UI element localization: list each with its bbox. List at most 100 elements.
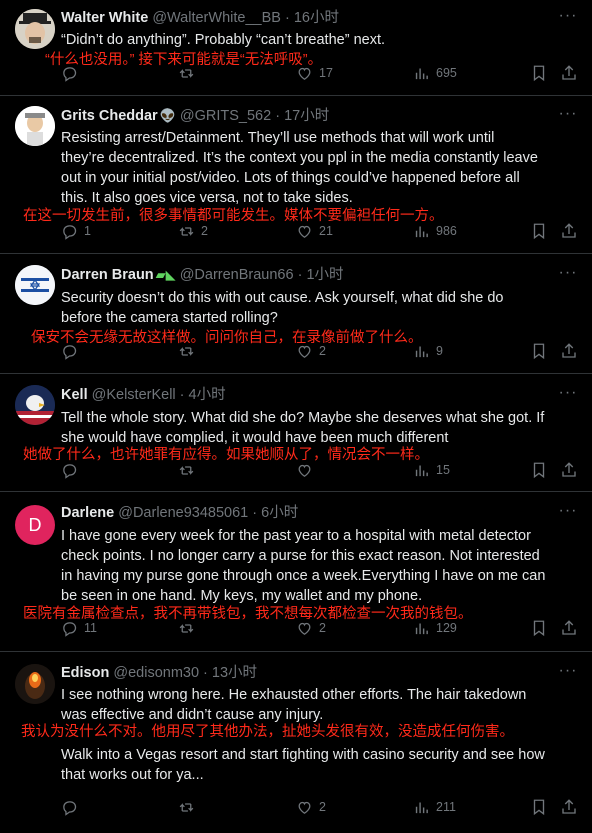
- tweet-2[interactable]: Grits Cheddar 👽 @GRITS_562 · 17小时 ··· Res…: [0, 96, 592, 254]
- tweet-line: “Didn’t do anything”. Probably “can’t br…: [61, 32, 386, 48]
- author-handle[interactable]: @DarrenBraun66: [180, 267, 294, 283]
- tweet-text: I have gone every week for the past year…: [61, 526, 577, 606]
- like-button[interactable]: 2: [296, 797, 326, 817]
- retweet-button[interactable]: 2: [178, 221, 208, 241]
- views-button[interactable]: 129: [413, 618, 457, 638]
- share-icon[interactable]: [560, 222, 578, 240]
- timestamp[interactable]: 4小时: [189, 387, 226, 403]
- retweet-icon: [179, 465, 194, 475]
- views-button[interactable]: 211: [413, 797, 456, 817]
- reply-count: 11: [84, 621, 97, 635]
- like-button[interactable]: [296, 460, 319, 480]
- reply-icon: [63, 463, 77, 479]
- timestamp[interactable]: 13小时: [212, 665, 257, 681]
- share-icon[interactable]: [560, 342, 578, 360]
- author-handle[interactable]: @edisonm30: [113, 665, 199, 681]
- avatar[interactable]: [15, 385, 55, 425]
- avatar[interactable]: [15, 106, 55, 146]
- like-button[interactable]: 21: [296, 221, 333, 241]
- view-count: 986: [436, 224, 457, 238]
- author-name[interactable]: Kell: [61, 387, 88, 403]
- reply-button[interactable]: [61, 460, 84, 480]
- retweet-button[interactable]: [178, 341, 201, 361]
- share-icon[interactable]: [560, 461, 578, 479]
- avatar[interactable]: [15, 9, 55, 49]
- tweet-3[interactable]: Darren Braun ▰◣ @DarrenBraun66 · 1小时 ··· …: [0, 254, 592, 374]
- author-name[interactable]: Darlene: [61, 505, 114, 521]
- reply-button[interactable]: [61, 341, 84, 361]
- reply-icon: [63, 66, 77, 82]
- reply-icon: [63, 344, 77, 360]
- reply-button[interactable]: [61, 797, 84, 817]
- more-options-icon[interactable]: ···: [558, 106, 578, 127]
- reply-button[interactable]: 1: [61, 221, 91, 241]
- views-button[interactable]: 15: [413, 460, 450, 480]
- more-options-icon[interactable]: ···: [558, 265, 578, 286]
- tweet-line: was effective and didn’t cause any injur…: [61, 707, 324, 723]
- author-handle[interactable]: @GRITS_562: [180, 108, 271, 124]
- more-options-icon[interactable]: ···: [558, 8, 578, 29]
- author-name[interactable]: Darren Braun: [61, 267, 154, 283]
- retweet-button[interactable]: [178, 618, 201, 638]
- author-handle[interactable]: @KelsterKell: [92, 387, 176, 403]
- author-name[interactable]: Grits Cheddar: [61, 108, 158, 124]
- views-button[interactable]: 695: [413, 63, 457, 83]
- author-name[interactable]: Edison: [61, 665, 109, 681]
- tweet-line: before the camera started rolling?: [61, 310, 278, 326]
- retweet-icon: [179, 68, 194, 78]
- tweet-line: Walk into a Vegas resort and start fight…: [61, 747, 545, 763]
- bookmark-icon[interactable]: [530, 798, 548, 816]
- avatar[interactable]: [15, 664, 55, 704]
- share-icon[interactable]: [560, 619, 578, 637]
- tweet-1[interactable]: Walter White @WalterWhite__BB · 16小时 ···…: [0, 0, 592, 96]
- more-options-icon[interactable]: ···: [558, 663, 578, 684]
- author-handle[interactable]: @WalterWhite__BB: [152, 10, 281, 26]
- like-count: 2: [319, 621, 326, 635]
- like-button[interactable]: 2: [296, 618, 326, 638]
- avatar[interactable]: D: [15, 505, 55, 545]
- bookmark-icon[interactable]: [530, 342, 548, 360]
- author-name[interactable]: Walter White: [61, 10, 148, 26]
- tweet-4[interactable]: Kell @KelsterKell · 4小时 ··· Tell the who…: [0, 374, 592, 492]
- tweet-actions: 11 2 129: [61, 618, 581, 638]
- tweet-line: that works out for ya...: [61, 767, 204, 783]
- tweet-actions: 15: [61, 460, 581, 480]
- tweet-line: they’re decentralized. It’s the context …: [61, 150, 538, 166]
- timestamp[interactable]: 6小时: [261, 505, 298, 521]
- tweet-5[interactable]: D Darlene @Darlene93485061 · 6小时 ··· I h…: [0, 492, 592, 652]
- retweet-button[interactable]: [178, 63, 201, 83]
- timestamp[interactable]: 1小时: [306, 267, 343, 283]
- share-icon[interactable]: [560, 798, 578, 816]
- author-handle[interactable]: @Darlene93485061: [118, 505, 248, 521]
- bookmark-icon[interactable]: [530, 461, 548, 479]
- heart-icon: [298, 622, 311, 635]
- share-icon[interactable]: [560, 64, 578, 82]
- tweet-line: in having my purse gone through once a w…: [61, 568, 546, 584]
- views-button[interactable]: 9: [413, 341, 443, 361]
- views-chart-icon: [415, 623, 428, 634]
- tweet-actions: 1 2 21 986: [61, 221, 581, 241]
- more-options-icon[interactable]: ···: [558, 503, 578, 524]
- retweet-button[interactable]: [178, 797, 201, 817]
- like-count: 2: [319, 344, 326, 358]
- view-count: 129: [436, 621, 457, 635]
- avatar[interactable]: [15, 265, 55, 305]
- tweet-line: out in your initial post/video. Lots of …: [61, 170, 520, 186]
- tweet-line: check points. I no longer carry a purse …: [61, 548, 540, 564]
- bookmark-icon[interactable]: [530, 222, 548, 240]
- bookmark-icon[interactable]: [530, 619, 548, 637]
- tweet-6[interactable]: Edison @edisonm30 · 13小时 ··· I see nothi…: [0, 652, 592, 833]
- like-button[interactable]: 2: [296, 341, 326, 361]
- views-chart-icon: [415, 346, 428, 357]
- like-button[interactable]: 17: [296, 63, 333, 83]
- retweet-button[interactable]: [178, 460, 201, 480]
- reply-button[interactable]: 11: [61, 618, 97, 638]
- timestamp[interactable]: 16小时: [294, 10, 339, 26]
- views-button[interactable]: 986: [413, 221, 457, 241]
- tweet-line: she would have complied, it would have b…: [61, 430, 449, 446]
- more-options-icon[interactable]: ···: [558, 385, 578, 406]
- tweet-text: Resisting arrest/Detainment. They’ll use…: [61, 128, 577, 208]
- reply-button[interactable]: [61, 63, 84, 83]
- bookmark-icon[interactable]: [530, 64, 548, 82]
- timestamp[interactable]: 17小时: [284, 108, 329, 124]
